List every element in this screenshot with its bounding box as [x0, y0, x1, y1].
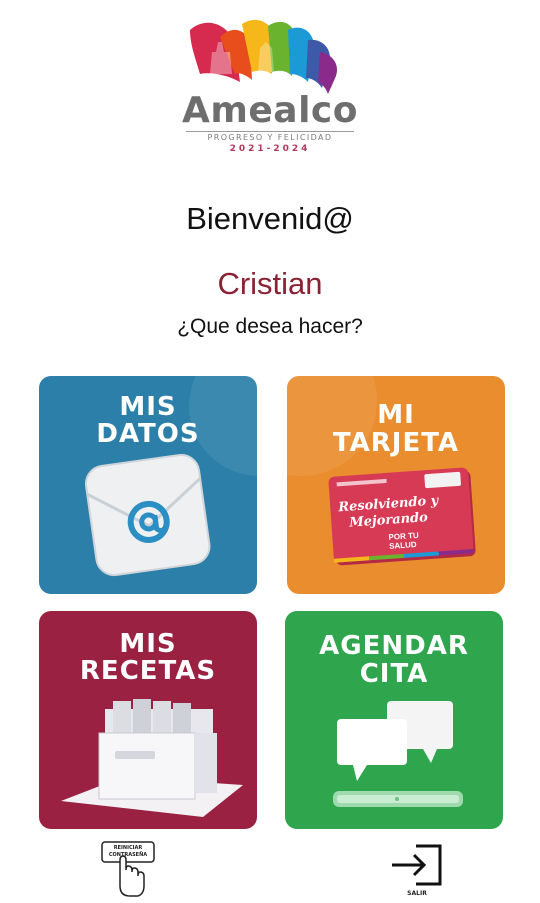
user-name: Cristian	[217, 266, 323, 301]
card-stripe	[333, 549, 474, 563]
brand-divider	[186, 131, 354, 132]
brand-tagline: PROGRESO Y FELICIDAD	[207, 133, 333, 142]
health-card-icon: Resolviendo y Mejorando POR TU SALUD	[328, 467, 474, 563]
my-prescriptions-button[interactable]: MIS RECETAS	[39, 611, 257, 829]
brand-logo: Amealco PROGRESO Y FELICIDAD 2021-2024	[0, 0, 540, 170]
my-prescriptions-label-line1: MIS	[119, 629, 177, 659]
reset-password-label-line2: CONTRASEÑA	[108, 852, 148, 858]
logout-button[interactable]: SALIR	[386, 842, 448, 900]
schedule-label-line1: AGENDAR	[319, 631, 469, 661]
chat-bubbles-phone-icon	[333, 701, 463, 807]
prompt-question: ¿Que desea hacer?	[177, 315, 363, 338]
my-card-label-line2: TARJETA	[332, 428, 460, 458]
card-line	[336, 478, 387, 487]
card-logo	[424, 471, 462, 489]
brand-years: 2021-2024	[229, 144, 311, 154]
welcome-heading: Bienvenid@	[186, 201, 354, 236]
email-envelope-icon	[84, 453, 211, 577]
brand-name: Amealco	[182, 90, 358, 131]
reset-password-button[interactable]: REINICIAR CONTRASEÑA	[98, 838, 158, 898]
my-data-label-line2: DATOS	[96, 419, 200, 449]
my-data-button[interactable]: MIS DATOS	[39, 376, 257, 594]
brand-logo-mark	[190, 19, 338, 94]
logout-label: SALIR	[407, 890, 427, 897]
card-badge-line2: SALUD	[388, 539, 417, 551]
schedule-appointment-button[interactable]: AGENDAR CITA	[285, 611, 503, 829]
my-data-label-line1: MIS	[119, 392, 177, 422]
my-card-button[interactable]: MI TARJETA Resolviendo y Mejorando POR T…	[287, 376, 505, 594]
file-drawer-icon	[61, 699, 243, 817]
my-card-label-line1: MI	[377, 400, 415, 430]
schedule-label-line2: CITA	[359, 659, 429, 689]
logout-exit-icon	[392, 844, 442, 886]
reset-password-label-line1: REINICIAR	[113, 845, 143, 851]
my-prescriptions-label-line2: RECETAS	[79, 656, 217, 686]
